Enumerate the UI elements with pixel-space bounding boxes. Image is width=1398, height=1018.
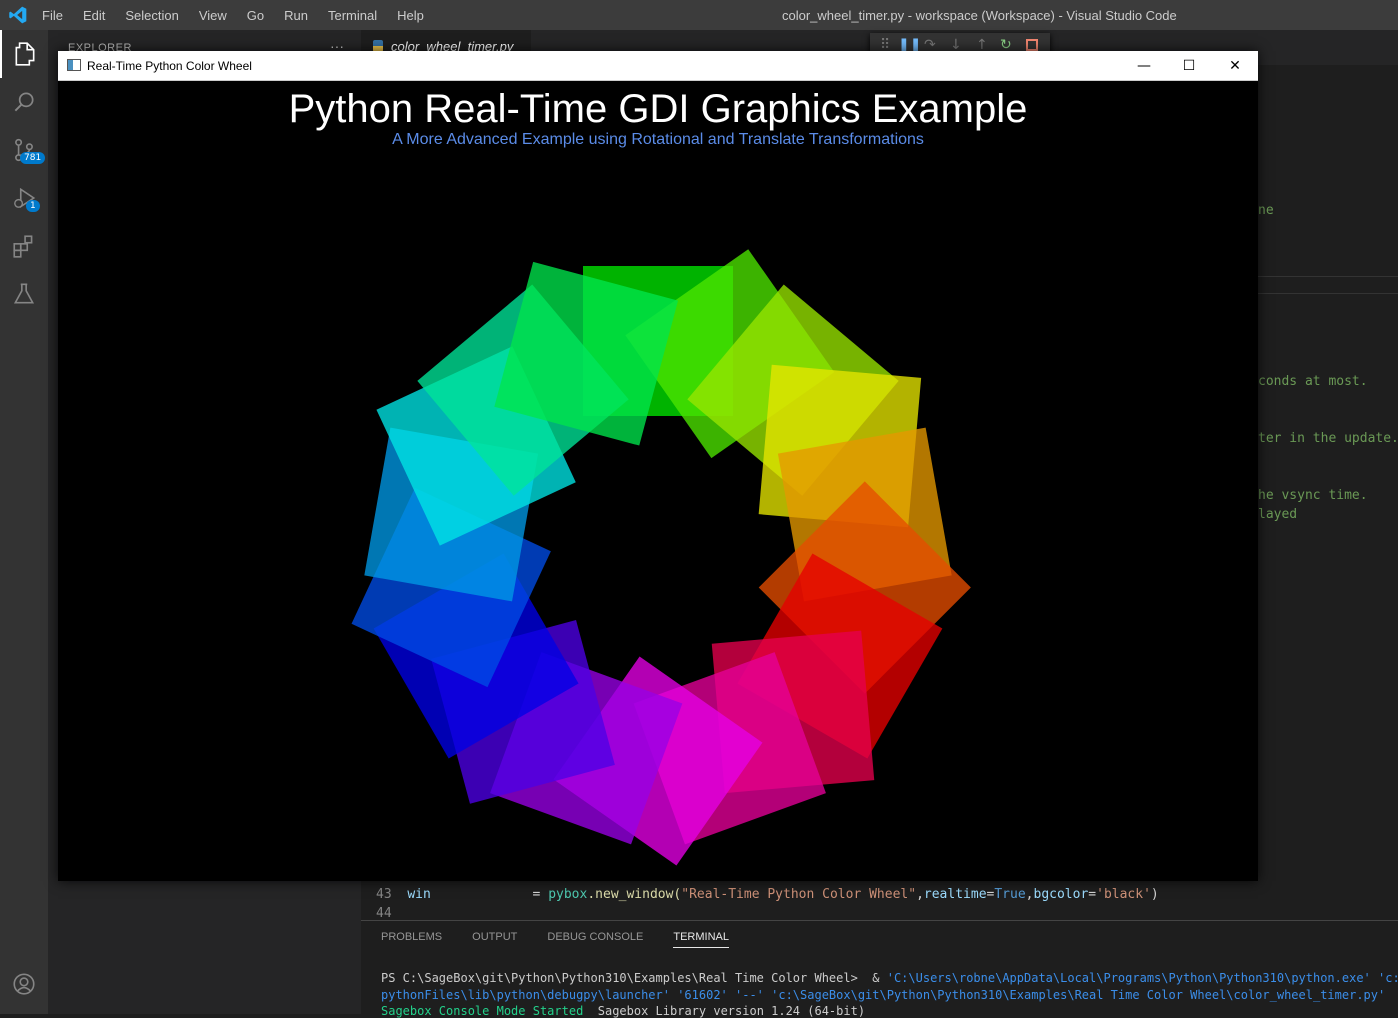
terminal-line[interactable]: pythonFiles\lib\python\debugpy\launcher'… [381, 988, 1385, 1002]
vscode-titlebar: File Edit Selection View Go Run Terminal… [0, 0, 1398, 30]
vscode-window-title: color_wheel_timer.py - workspace (Worksp… [782, 8, 1177, 23]
account-icon [13, 973, 35, 995]
code-comment-fragment: he vsync time. [1258, 488, 1368, 503]
search-activity[interactable] [0, 78, 48, 126]
graphics-canvas: Python Real-Time GDI Graphics Example A … [58, 81, 1258, 881]
terminal-line[interactable]: Sagebox Console Mode Started Sagebox Lib… [381, 1004, 865, 1018]
menu-view[interactable]: View [199, 8, 227, 23]
run-debug-activity[interactable]: 1 [0, 174, 48, 222]
menu-file[interactable]: File [42, 8, 63, 23]
line-number: 43 [376, 887, 392, 902]
extensions-activity[interactable] [0, 222, 48, 270]
code-token: realtime [923, 887, 987, 902]
maximize-button[interactable]: ☐ [1166, 51, 1212, 81]
menu-run[interactable]: Run [284, 8, 308, 23]
files-icon [15, 42, 35, 66]
explorer-activity[interactable] [0, 30, 48, 78]
code-token: = [1088, 887, 1097, 902]
code-token: ) [1150, 887, 1159, 902]
menu-selection[interactable]: Selection [125, 8, 178, 23]
code-line-44: 44 [376, 906, 392, 921]
code-token: , [1025, 887, 1034, 902]
tab-output[interactable]: OUTPUT [472, 931, 517, 948]
code-token: pybox [548, 887, 588, 902]
code-token: "Real-Time Python Color Wheel" [681, 887, 917, 902]
code-token: .new_window( [587, 887, 682, 902]
app-window-icon [67, 59, 81, 71]
activity-bar: 781 1 [0, 30, 48, 1014]
tab-debug-console[interactable]: DEBUG CONSOLE [547, 931, 643, 948]
vscode-logo-icon [9, 6, 27, 24]
source-control-activity[interactable]: 781 [0, 126, 48, 174]
terminal-status: Sagebox Console Mode Started [381, 1004, 584, 1018]
testing-activity[interactable] [0, 270, 48, 318]
minimize-button[interactable]: — [1121, 51, 1167, 81]
close-button[interactable]: ✕ [1212, 51, 1258, 81]
accounts-activity[interactable] [0, 960, 48, 1008]
stop-icon[interactable] [1026, 39, 1038, 51]
code-token: 'black' [1096, 887, 1151, 902]
tab-problems[interactable]: PROBLEMS [381, 931, 442, 948]
code-token: True [994, 887, 1026, 902]
code-comment-fragment: ne [1258, 203, 1274, 218]
menu-edit[interactable]: Edit [83, 8, 105, 23]
terminal-prompt: PS C:\SageBox\git\Python\Python310\Examp… [381, 971, 887, 985]
code-token: win [407, 887, 431, 902]
app-window-title: Real-Time Python Color Wheel [87, 59, 252, 73]
extensions-icon [13, 235, 33, 258]
panel-tabs: PROBLEMS OUTPUT DEBUG CONSOLE TERMINAL [381, 931, 759, 948]
tab-terminal[interactable]: TERMINAL [673, 931, 729, 948]
code-comment-fragment: ter in the update. [1258, 431, 1398, 446]
terminal-version: Sagebox Library version 1.24 (64-bit) [583, 1004, 866, 1018]
code-comment-fragment: layed [1258, 507, 1298, 522]
debug-badge: 1 [26, 200, 40, 212]
code-token: = [532, 887, 549, 902]
terminal-line[interactable]: PS C:\SageBox\git\Python\Python310\Examp… [381, 971, 1398, 985]
code-line-43: 43 win = pybox.new_window("Real-Time Pyt… [376, 887, 1159, 902]
app-titlebar[interactable]: Real-Time Python Color Wheel — ☐ ✕ [58, 51, 1258, 81]
menu-terminal[interactable]: Terminal [328, 8, 377, 23]
code-divider [1258, 276, 1398, 277]
color-wheel-window: Real-Time Python Color Wheel — ☐ ✕ Pytho… [58, 51, 1258, 881]
menu-go[interactable]: Go [247, 8, 264, 23]
bottom-panel: PROBLEMS OUTPUT DEBUG CONSOLE TERMINAL P… [361, 920, 1398, 1018]
menu-help[interactable]: Help [397, 8, 424, 23]
flask-icon [13, 283, 35, 304]
search-icon [14, 92, 34, 112]
code-token: , [916, 887, 924, 902]
line-number: 44 [376, 906, 392, 921]
code-divider [1258, 293, 1398, 294]
terminal-exe-path: 'C:\Users\robne\AppData\Local\Programs\P… [886, 971, 1398, 985]
source-control-badge: 781 [20, 152, 46, 164]
code-token: bgcolor [1033, 887, 1089, 902]
menu-bar: File Edit Selection View Go Run Terminal… [42, 0, 444, 30]
color-wheel [351, 249, 971, 866]
code-comment-fragment: conds at most. [1258, 374, 1368, 389]
